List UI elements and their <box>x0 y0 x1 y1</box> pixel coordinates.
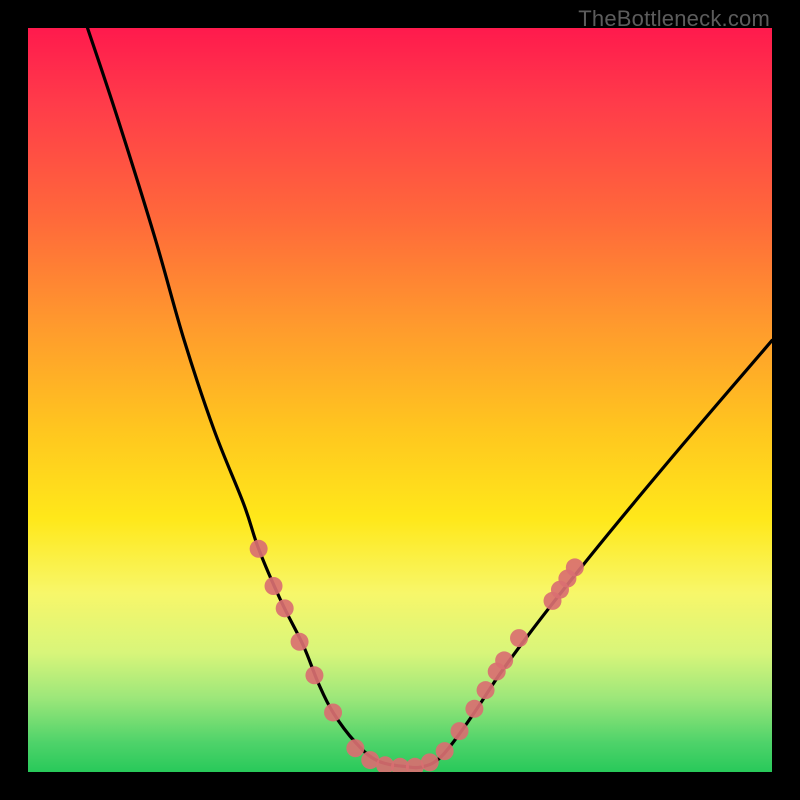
bottleneck-curve-svg <box>28 28 772 772</box>
curve-group <box>88 28 772 768</box>
attribution-label: TheBottleneck.com <box>578 6 770 32</box>
data-marker <box>566 558 584 576</box>
data-marker <box>495 651 513 669</box>
bottleneck-curve <box>88 28 772 768</box>
data-marker <box>421 753 439 771</box>
data-marker <box>451 722 469 740</box>
data-marker <box>324 703 342 721</box>
data-marker <box>305 666 323 684</box>
chart-frame: TheBottleneck.com <box>0 0 800 800</box>
data-marker <box>465 700 483 718</box>
data-marker <box>436 742 454 760</box>
data-marker <box>510 629 528 647</box>
data-marker <box>477 681 495 699</box>
data-marker <box>276 599 294 617</box>
plot-area <box>28 28 772 772</box>
marker-group <box>250 540 584 772</box>
data-marker <box>250 540 268 558</box>
data-marker <box>291 633 309 651</box>
data-marker <box>265 577 283 595</box>
data-marker <box>346 739 364 757</box>
